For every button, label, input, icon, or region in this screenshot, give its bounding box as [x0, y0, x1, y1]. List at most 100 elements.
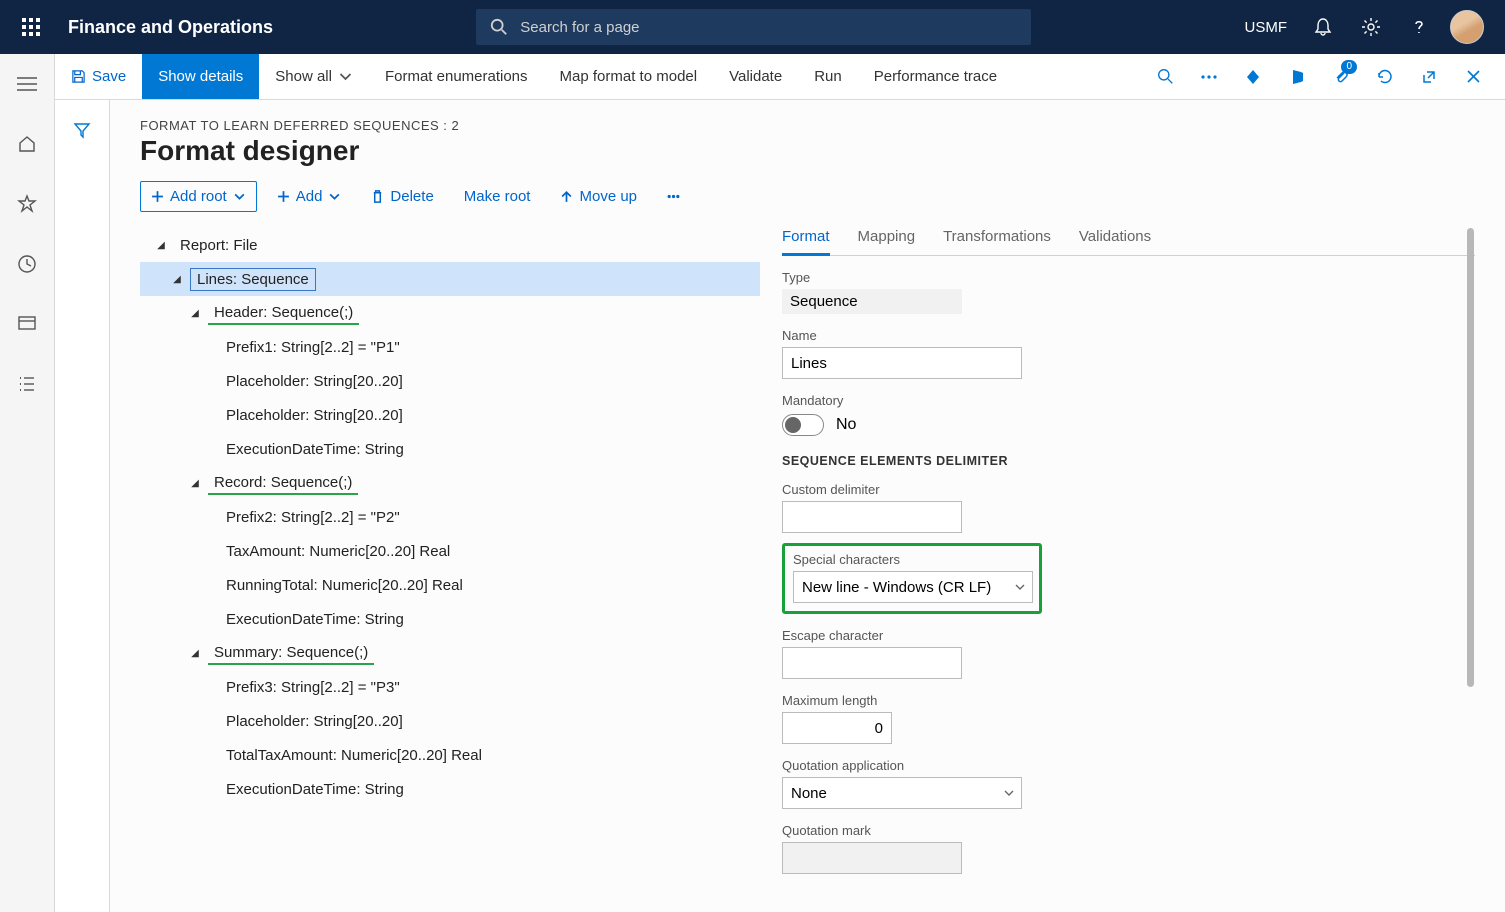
tree-label: Summary: Sequence(;) — [208, 642, 374, 665]
tree-node[interactable]: TaxAmount: Numeric[20..20] Real — [140, 534, 760, 568]
perf-trace-label: Performance trace — [874, 68, 997, 85]
tab-format[interactable]: Format — [782, 224, 830, 256]
move-up-label: Move up — [579, 188, 637, 205]
caret-icon: ◢ — [170, 274, 184, 285]
quot-mark-input[interactable] — [782, 842, 962, 874]
tree-node[interactable]: ExecutionDateTime: String — [140, 602, 760, 636]
special-chars-select[interactable]: New line - Windows (CR LF) — [793, 571, 1033, 603]
attachment-badge: 0 — [1341, 60, 1357, 74]
scrollbar-thumb[interactable] — [1467, 228, 1474, 687]
page-title: Format designer — [140, 135, 1475, 167]
validate-label: Validate — [729, 68, 782, 85]
breadcrumb: FORMAT TO LEARN DEFERRED SEQUENCES : 2 — [140, 118, 1475, 133]
tree-label: Placeholder: String[20..20] — [220, 711, 409, 732]
tree-node-report[interactable]: ◢ Report: File — [140, 228, 760, 262]
make-root-label: Make root — [464, 188, 531, 205]
tree-label: RunningTotal: Numeric[20..20] Real — [220, 575, 469, 596]
refresh-icon — [1376, 68, 1394, 86]
more-button[interactable] — [1191, 54, 1227, 100]
refresh-button[interactable] — [1367, 54, 1403, 100]
show-all-button[interactable]: Show all — [259, 54, 369, 99]
office-button[interactable] — [1279, 54, 1315, 100]
tree-node[interactable]: ExecutionDateTime: String — [140, 772, 760, 806]
tree-label: ExecutionDateTime: String — [220, 439, 410, 460]
move-up-button[interactable]: Move up — [550, 182, 647, 211]
help-button[interactable] — [1397, 0, 1441, 54]
section-delimiter-head: SEQUENCE ELEMENTS DELIMITER — [782, 454, 1475, 468]
tree-node[interactable]: RunningTotal: Numeric[20..20] Real — [140, 568, 760, 602]
format-enumerations-button[interactable]: Format enumerations — [369, 54, 544, 99]
tree-label: TaxAmount: Numeric[20..20] Real — [220, 541, 456, 562]
tree-node[interactable]: ExecutionDateTime: String — [140, 432, 760, 466]
close-button[interactable] — [1455, 54, 1491, 100]
tree-label: Prefix2: String[2..2] = "P2" — [220, 507, 406, 528]
settings-button[interactable] — [1349, 0, 1393, 54]
tree-node-lines[interactable]: ◢ Lines: Sequence — [140, 262, 760, 296]
home-button[interactable] — [7, 124, 47, 164]
toolbar-more-button[interactable] — [657, 184, 690, 209]
map-format-button[interactable]: Map format to model — [544, 54, 714, 99]
tree-label: ExecutionDateTime: String — [220, 609, 410, 630]
type-label: Type — [782, 270, 1475, 285]
save-button[interactable]: Save — [55, 54, 142, 99]
filter-button[interactable] — [62, 110, 102, 150]
quot-app-select[interactable]: None — [782, 777, 1022, 809]
escape-input[interactable] — [782, 647, 962, 679]
popout-button[interactable] — [1411, 54, 1447, 100]
tab-validations[interactable]: Validations — [1079, 224, 1151, 255]
tree-node-summary[interactable]: ◢ Summary: Sequence(;) — [140, 636, 760, 670]
performance-trace-button[interactable]: Performance trace — [858, 54, 1013, 99]
company-label[interactable]: USMF — [1235, 19, 1298, 36]
attachments-button[interactable]: 0 — [1323, 54, 1359, 100]
special-value: New line - Windows (CR LF) — [802, 579, 991, 596]
app-launcher-button[interactable] — [8, 0, 54, 54]
recent-button[interactable] — [7, 244, 47, 284]
maxlen-label: Maximum length — [782, 693, 1475, 708]
tree-node[interactable]: Placeholder: String[20..20] — [140, 364, 760, 398]
tab-transformations[interactable]: Transformations — [943, 224, 1051, 255]
add-root-button[interactable]: Add root — [140, 181, 257, 212]
workspaces-button[interactable] — [7, 304, 47, 344]
add-label: Add — [296, 188, 323, 205]
save-icon — [71, 69, 86, 84]
tree-node[interactable]: Placeholder: String[20..20] — [140, 704, 760, 738]
tree-node[interactable]: TotalTaxAmount: Numeric[20..20] Real — [140, 738, 760, 772]
hamburger-button[interactable] — [7, 64, 47, 104]
show-details-button[interactable]: Show details — [142, 54, 259, 99]
tree-node-record[interactable]: ◢ Record: Sequence(;) — [140, 466, 760, 500]
mandatory-value: No — [836, 416, 856, 434]
quot-app-value: None — [791, 785, 827, 802]
action-search-button[interactable] — [1147, 54, 1183, 100]
global-search[interactable]: Search for a page — [476, 9, 1031, 45]
mandatory-toggle[interactable] — [782, 414, 824, 436]
delete-button[interactable]: Delete — [361, 182, 443, 211]
modules-button[interactable] — [7, 364, 47, 404]
maxlen-input[interactable] — [782, 712, 892, 744]
scrollbar[interactable] — [1465, 228, 1475, 884]
tree-node[interactable]: Prefix1: String[2..2] = "P1" — [140, 330, 760, 364]
home-icon — [17, 134, 37, 154]
trace-parser-button[interactable] — [1235, 54, 1271, 100]
workspace-icon — [17, 314, 37, 334]
escape-label: Escape character — [782, 628, 1475, 643]
user-avatar[interactable] — [1445, 0, 1489, 54]
name-input[interactable] — [782, 347, 1022, 379]
caret-icon: ◢ — [154, 240, 168, 251]
validate-button[interactable]: Validate — [713, 54, 798, 99]
tab-label: Format — [782, 228, 830, 245]
tab-mapping[interactable]: Mapping — [858, 224, 916, 255]
run-button[interactable]: Run — [798, 54, 858, 99]
tree-node[interactable]: Prefix2: String[2..2] = "P2" — [140, 500, 760, 534]
favorites-button[interactable] — [7, 184, 47, 224]
tree-label: Prefix1: String[2..2] = "P1" — [220, 337, 406, 358]
search-icon — [1157, 68, 1174, 85]
type-value: Sequence — [782, 289, 962, 314]
add-button[interactable]: Add — [267, 182, 352, 211]
notifications-button[interactable] — [1301, 0, 1345, 54]
custom-delim-input[interactable] — [782, 501, 962, 533]
search-icon — [490, 18, 508, 36]
tree-node[interactable]: Placeholder: String[20..20] — [140, 398, 760, 432]
make-root-button[interactable]: Make root — [454, 182, 541, 211]
tree-node[interactable]: Prefix3: String[2..2] = "P3" — [140, 670, 760, 704]
tree-node-header[interactable]: ◢ Header: Sequence(;) — [140, 296, 760, 330]
